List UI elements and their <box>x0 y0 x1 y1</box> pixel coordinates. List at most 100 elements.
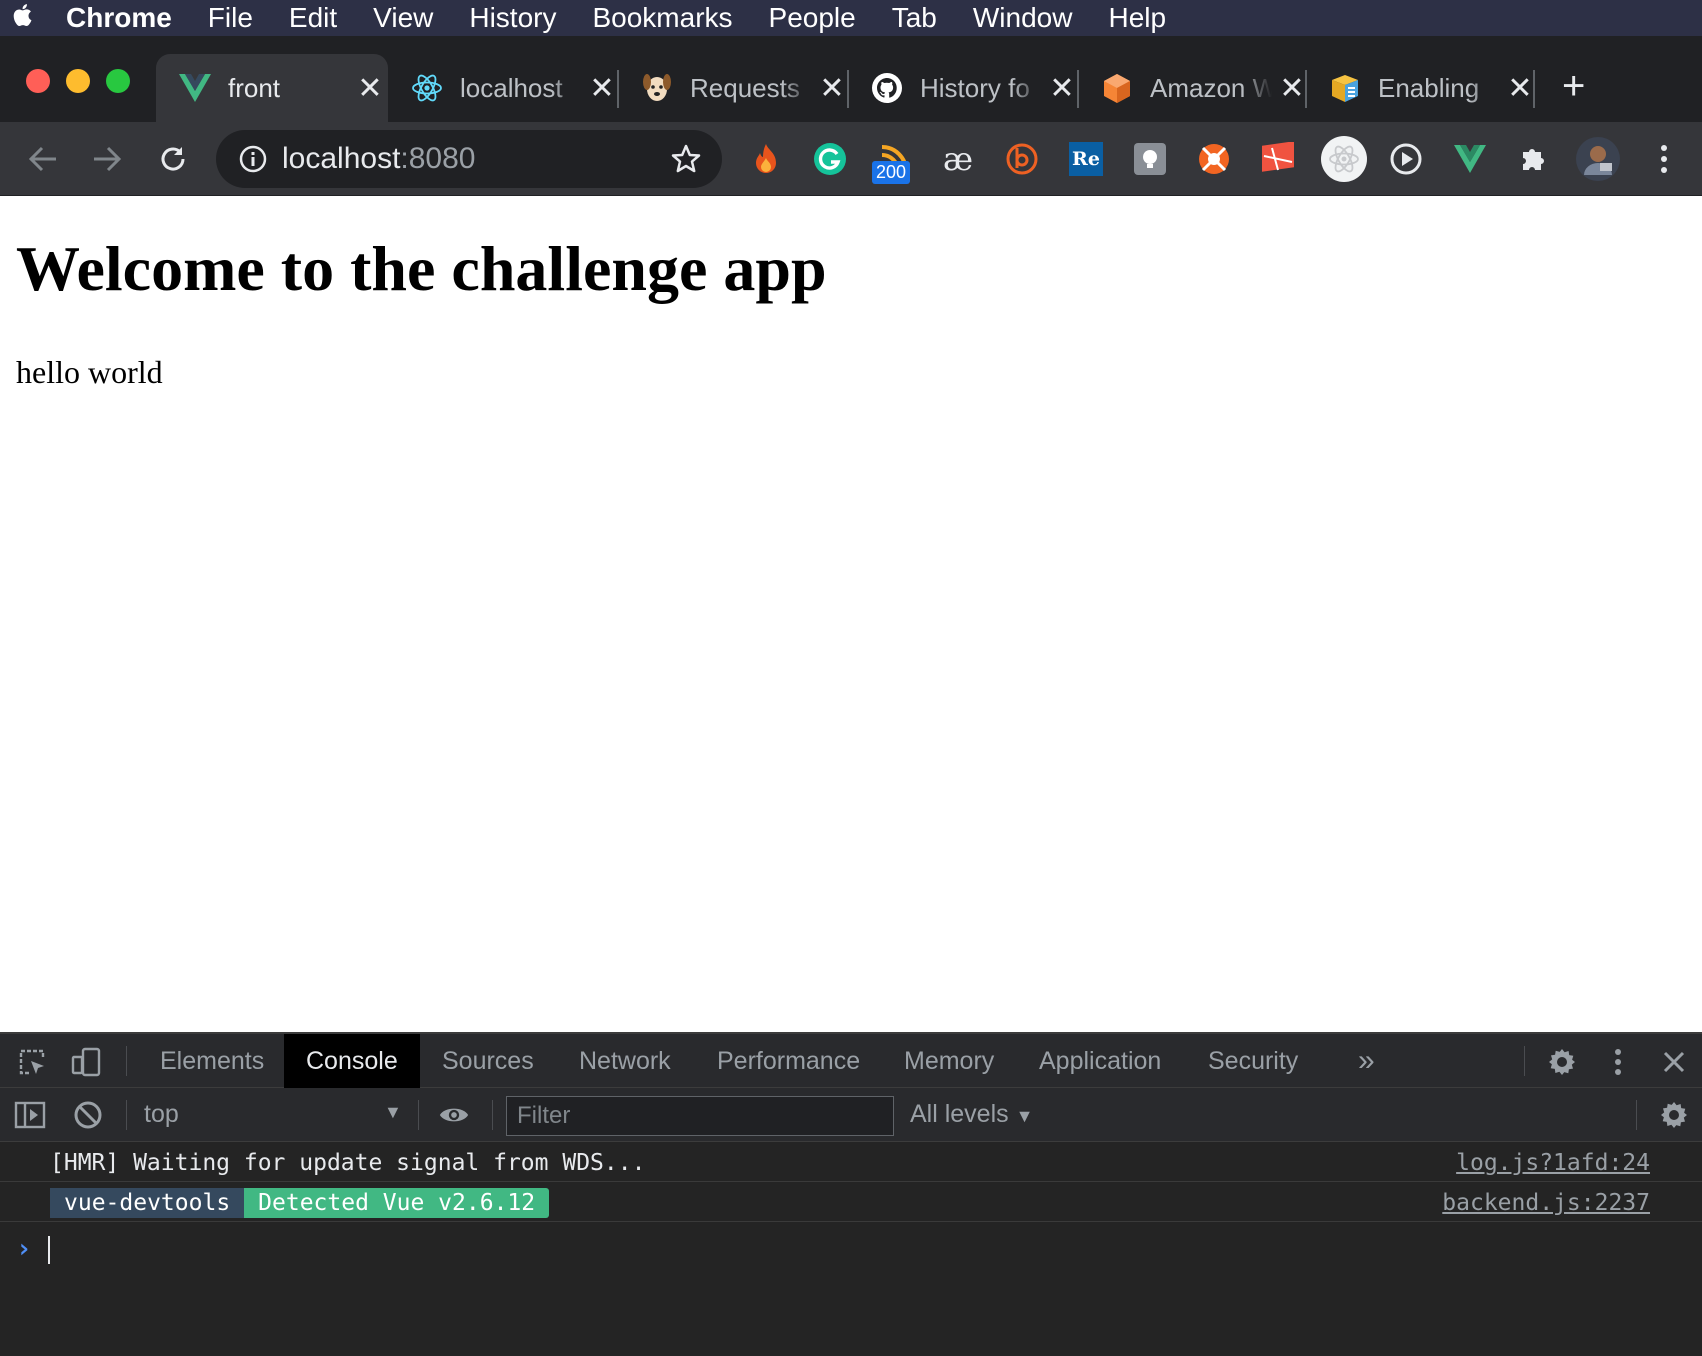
lightbulb-extension-icon[interactable] <box>1130 139 1170 179</box>
close-tab-icon[interactable]: ✕ <box>1048 71 1076 106</box>
close-tab-icon[interactable]: ✕ <box>588 71 616 106</box>
profile-avatar[interactable] <box>1574 135 1622 183</box>
close-tab-icon[interactable]: ✕ <box>356 71 384 106</box>
devtools-tab-elements[interactable]: Elements <box>138 1034 286 1088</box>
console-input-caret[interactable] <box>48 1236 50 1264</box>
execution-context-select[interactable]: top <box>144 1100 179 1129</box>
amazon-box-icon <box>1100 71 1134 105</box>
forward-arrow-icon[interactable] <box>86 138 128 180</box>
apple-icon[interactable] <box>0 2 48 35</box>
package-icon <box>1328 71 1362 105</box>
menu-history[interactable]: History <box>451 2 574 34</box>
puzzle-extensions-icon[interactable] <box>1514 139 1554 179</box>
fire-extension-icon[interactable] <box>746 139 786 179</box>
vue-version-badge: Detected Vue v2.6.12 <box>244 1188 550 1218</box>
menu-view[interactable]: View <box>355 2 451 34</box>
console-filter-input[interactable] <box>506 1096 894 1136</box>
tab-divider <box>1533 70 1535 108</box>
vue-devtools-extension-icon[interactable] <box>1450 139 1490 179</box>
ae-extension-icon[interactable]: æ <box>938 139 978 179</box>
menu-window[interactable]: Window <box>955 2 1091 34</box>
levels-caret-icon: ▼ <box>1015 1106 1034 1126</box>
menu-file[interactable]: File <box>190 2 271 34</box>
zoom-window-button[interactable] <box>106 69 130 93</box>
tab-enabling[interactable]: Enabling ✕ <box>1306 54 1534 122</box>
device-toolbar-icon[interactable] <box>70 1046 102 1078</box>
rss-extension-icon[interactable]: 200 <box>872 139 914 184</box>
laravel-icon[interactable] <box>1258 139 1298 179</box>
grammarly-icon[interactable] <box>810 139 850 179</box>
menu-help[interactable]: Help <box>1090 2 1184 34</box>
clear-console-icon[interactable] <box>72 1099 104 1131</box>
url-text[interactable]: localhost:8080 <box>282 142 475 176</box>
devtools-tab-application[interactable]: Application <box>1017 1034 1183 1088</box>
inspect-element-icon[interactable] <box>16 1046 48 1078</box>
console-message: [HMR] Waiting for update signal from WDS… <box>0 1142 1702 1182</box>
devtools-tab-memory[interactable]: Memory <box>882 1034 1016 1088</box>
menu-bookmarks[interactable]: Bookmarks <box>574 2 750 34</box>
devtools-tab-performance[interactable]: Performance <box>695 1034 882 1088</box>
settings-gear-icon[interactable] <box>1546 1046 1578 1078</box>
devtools-tab-network[interactable]: Network <box>557 1034 693 1088</box>
console-prompt-chevron-icon: › <box>16 1234 32 1264</box>
site-info-icon[interactable] <box>238 144 268 174</box>
tab-history[interactable]: History fo ✕ <box>848 54 1078 122</box>
devtools-tab-security[interactable]: Security <box>1186 1034 1320 1088</box>
console-message: vue-devtools Detected Vue v2.6.12 backend… <box>0 1182 1702 1222</box>
chrome-menu-icon[interactable] <box>1644 139 1684 179</box>
bitly-icon[interactable] <box>1002 139 1042 179</box>
page-viewport: Welcome to the challenge app hello world <box>0 196 1702 1032</box>
show-sidebar-icon[interactable] <box>14 1099 46 1131</box>
devtools-kebab-menu-icon[interactable] <box>1602 1046 1634 1078</box>
toolbar-divider <box>126 1046 127 1076</box>
back-arrow-icon[interactable] <box>22 138 64 180</box>
page-text: hello world <box>16 354 163 390</box>
close-devtools-icon[interactable] <box>1658 1046 1690 1078</box>
menu-chrome[interactable]: Chrome <box>48 2 190 34</box>
close-tab-icon[interactable]: ✕ <box>818 71 846 106</box>
close-tab-icon[interactable]: ✕ <box>1506 71 1534 106</box>
tab-label: Amazon W <box>1150 72 1272 103</box>
menu-people[interactable]: People <box>751 2 874 34</box>
dog-icon <box>640 71 674 105</box>
tab-strip: front ✕ localhost ✕ Requests ✕ History f… <box>0 36 1702 122</box>
toolbar-divider <box>1636 1100 1637 1130</box>
minimize-window-button[interactable] <box>66 69 90 93</box>
live-expression-eye-icon[interactable] <box>438 1099 470 1131</box>
tab-localhost[interactable]: localhost ✕ <box>388 54 618 122</box>
console-settings-gear-icon[interactable] <box>1658 1099 1690 1131</box>
menu-tab[interactable]: Tab <box>874 2 955 34</box>
tab-requests[interactable]: Requests ✕ <box>618 54 848 122</box>
url-host: localhost <box>282 142 401 175</box>
close-tab-icon[interactable]: ✕ <box>1278 71 1306 106</box>
redux-re-icon[interactable]: Re <box>1066 139 1106 179</box>
menu-edit[interactable]: Edit <box>271 2 355 34</box>
new-tab-plus-icon[interactable]: + <box>1562 66 1585 106</box>
address-bar[interactable]: localhost:8080 <box>216 130 722 188</box>
console-source-link[interactable]: log.js?1afd:24 <box>1456 1150 1650 1176</box>
more-tabs-chevron-icon[interactable]: » <box>1336 1034 1397 1088</box>
bookmark-star-icon[interactable] <box>670 143 702 175</box>
tab-label: Enabling <box>1378 72 1480 103</box>
vue-icon <box>178 71 212 105</box>
close-window-button[interactable] <box>26 69 50 93</box>
console-output: [HMR] Waiting for update signal from WDS… <box>0 1142 1702 1356</box>
react-devtools-icon[interactable] <box>1320 135 1368 183</box>
console-source-link[interactable]: backend.js:2237 <box>1442 1190 1650 1216</box>
react-icon <box>410 71 444 105</box>
tab-amazon[interactable]: Amazon W ✕ <box>1078 54 1306 122</box>
url-port: :8080 <box>400 142 476 175</box>
log-levels-label: All levels <box>910 1100 1009 1128</box>
devtools-tab-sources[interactable]: Sources <box>420 1034 556 1088</box>
toolbar-divider <box>126 1100 127 1130</box>
tab-front[interactable]: front ✕ <box>156 54 388 122</box>
lifebuoy-extension-icon[interactable] <box>1194 139 1234 179</box>
devtools-panel: Elements Console Sources Network Perform… <box>0 1032 1702 1356</box>
toolbar-divider <box>418 1100 419 1130</box>
devtools-tab-console[interactable]: Console <box>284 1034 420 1088</box>
reload-icon[interactable] <box>152 138 194 180</box>
log-levels-dropdown[interactable]: All levels ▼ <box>910 1100 1033 1129</box>
play-circle-icon[interactable] <box>1386 139 1426 179</box>
macos-menu-bar: Chrome File Edit View History Bookmarks … <box>0 0 1702 36</box>
context-dropdown-caret-icon[interactable]: ▼ <box>384 1102 402 1123</box>
